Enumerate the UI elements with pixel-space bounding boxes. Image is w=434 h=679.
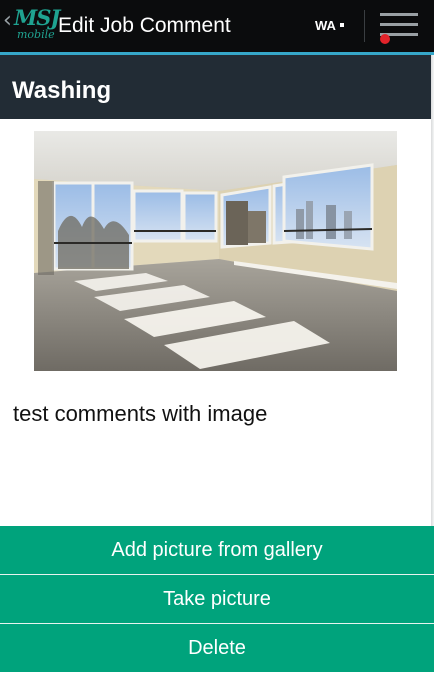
- state-square-icon: [339, 23, 344, 27]
- bottom-edge: [0, 672, 434, 679]
- edit-job-comment-screen: ‹ MSJ mobile Edit Job Comment WA Washing: [0, 0, 434, 679]
- comment-text[interactable]: test comments with image: [13, 401, 267, 427]
- msj-mobile-logo: MSJ mobile: [13, 6, 60, 46]
- logo-text: MSJ: [14, 5, 60, 30]
- back-button[interactable]: ‹ MSJ mobile: [0, 0, 60, 52]
- job-section-title: Washing: [12, 77, 112, 104]
- delete-button[interactable]: Delete: [0, 624, 434, 672]
- state-indicator[interactable]: WA: [315, 17, 344, 35]
- hamburger-menu-icon: [380, 13, 418, 16]
- action-bar: ‹ MSJ mobile Edit Job Comment WA: [0, 0, 434, 52]
- attached-photo[interactable]: [34, 131, 397, 371]
- screen-title: Edit Job Comment: [58, 14, 231, 37]
- logo-subtext: mobile: [17, 28, 55, 41]
- section-header: Washing: [0, 55, 434, 119]
- menu-button[interactable]: [370, 0, 434, 52]
- action-bar-divider: [364, 10, 365, 42]
- add-picture-from-gallery-button[interactable]: Add picture from gallery: [0, 526, 434, 574]
- back-chevron-icon: ‹: [3, 8, 12, 33]
- notification-dot-icon: [380, 34, 390, 44]
- room-photo-image: [34, 131, 397, 371]
- hamburger-menu-icon-line: [380, 23, 418, 26]
- state-label: WA: [315, 18, 336, 33]
- take-picture-button[interactable]: Take picture: [0, 575, 434, 623]
